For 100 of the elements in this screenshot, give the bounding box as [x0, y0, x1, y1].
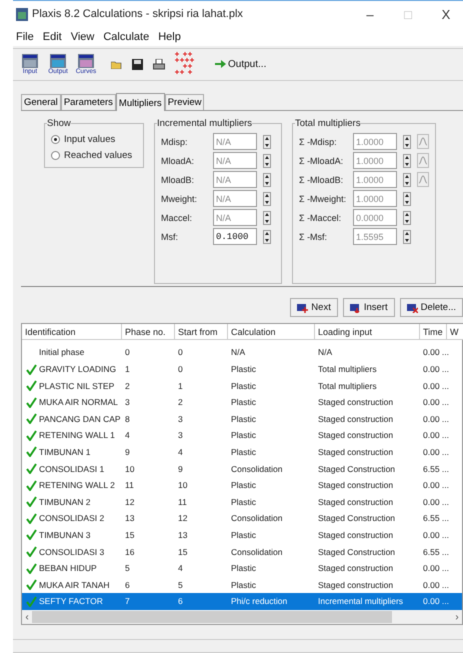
spinner-icon[interactable] — [263, 192, 271, 206]
field-label: Σ -Msf: — [299, 232, 328, 242]
table-cell: TIMBUNAN 2 — [22, 496, 122, 508]
table-row[interactable]: TIMBUNAN 1 9 4 Plastic Staged construction 0.00 ... — [22, 444, 462, 460]
table-row[interactable]: CONSOLIDASI 2 13 12 Consolidation Staged Construction 6.55 ... — [22, 510, 462, 527]
toolbar-button[interactable] — [132, 58, 143, 70]
table-row[interactable]: CONSOLIDASI 3 16 15 Consolidation Staged Construction 6.55 ... — [22, 543, 462, 560]
number-field: 1.0000 — [353, 190, 397, 208]
column-header[interactable]: Identification — [22, 324, 122, 340]
table-cell-text: 10 — [124, 464, 136, 474]
spinner-icon[interactable] — [403, 210, 411, 225]
table-cell-text: Plastic — [230, 530, 258, 540]
table-row[interactable]: RETENING WALL 2 11 10 Plastic Staged construction 0.00 ... — [22, 476, 462, 494]
tab[interactable]: Parameters — [60, 94, 116, 110]
spinner-icon[interactable] — [263, 230, 271, 244]
field-label: Σ -Mweight: — [299, 194, 348, 204]
table-cell-text: Plastic — [230, 580, 258, 590]
table-cell-text: Plastic — [230, 364, 258, 374]
spinner-icon[interactable] — [403, 230, 411, 244]
table-row[interactable]: BEBAN HIDUP 5 4 Plastic Staged construction 0.00 ... — [22, 560, 462, 576]
table-row[interactable]: MUKA AIR TANAH 6 5 Plastic Staged construction 0.00 ... — [22, 576, 462, 594]
table-cell: SEFTY FACTOR — [22, 596, 122, 607]
window-control[interactable]: – — [353, 6, 387, 22]
column-header[interactable]: Time — [420, 324, 447, 340]
menu-item[interactable]: Edit — [42, 30, 62, 43]
table-cell: TIMBUNAN 1 — [22, 446, 122, 458]
table-row[interactable]: TIMBUNAN 3 15 13 Plastic Staged construction 0.00 ... — [22, 526, 462, 544]
spinner-icon[interactable] — [263, 154, 271, 168]
scrollbar-thumb[interactable] — [32, 611, 392, 624]
menu-item[interactable]: View — [70, 30, 94, 43]
spinner-icon[interactable] — [403, 134, 411, 149]
table-cell-text: 9 — [124, 446, 131, 457]
table-row[interactable]: TIMBUNAN 2 12 11 Plastic Staged construction 0.00 ... — [22, 493, 462, 510]
table-row[interactable]: PANCANG DAN CAP 8 3 Plastic Staged construction 0.00 ... — [22, 410, 462, 428]
table-cell-text: Staged construction — [317, 446, 394, 457]
menu-item[interactable]: Help — [158, 30, 181, 43]
table-cell: MUKA AIR TANAH — [22, 579, 122, 590]
spinner-icon[interactable] — [403, 172, 411, 187]
table-cell-text: 0.00 ... — [422, 347, 447, 358]
table-row[interactable]: PLASTIC NIL STEP 2 1 Plastic Total multipliers 0.00 ... — [22, 377, 462, 394]
table-cell-text: Staged construction — [317, 563, 394, 574]
column-header[interactable]: Start from — [175, 324, 228, 340]
field-label: Σ -MloadB: — [299, 174, 344, 185]
table-cell-text: 16 — [124, 546, 136, 557]
table-row[interactable]: CONSOLIDASI 1 10 9 Consolidation Staged Construction 6.55 ... — [22, 460, 462, 477]
scroll-left-button[interactable]: ‹ — [22, 612, 32, 623]
column-header[interactable]: W — [447, 324, 463, 340]
table-row[interactable]: RETENING WALL 1 4 3 Plastic Staged construction 0.00 ... — [22, 427, 462, 444]
toolbar-button[interactable] — [153, 58, 165, 70]
table-cell-text: 11 — [124, 480, 135, 490]
table-cell: BEBAN HIDUP — [22, 562, 122, 574]
spinner-icon[interactable] — [263, 172, 271, 187]
phase-icon — [350, 302, 361, 313]
table-cell-text: 5 — [177, 580, 184, 590]
tab[interactable]: Preview — [164, 94, 204, 110]
arrow-icon — [215, 60, 226, 68]
table-row[interactable]: MUKA AIR NORMAL 3 2 Plastic Staged construction 0.00 ... — [22, 394, 462, 410]
phase-icon — [297, 302, 308, 313]
window-control[interactable]: X — [429, 6, 463, 22]
program-icon — [22, 54, 38, 68]
table-cell: RETENING WALL 2 — [22, 480, 122, 491]
menu-item[interactable]: File — [16, 30, 34, 43]
table-cell-text: 11 — [177, 496, 188, 507]
table-cell-text: Consolidation — [230, 513, 284, 524]
number-field[interactable]: 0.1000 — [213, 228, 257, 246]
table-cell-text: 3 — [177, 430, 184, 440]
spinner-icon[interactable] — [403, 154, 411, 168]
output-button[interactable]: Output... — [215, 58, 266, 70]
table-cell-text: Incremental multipliers — [317, 596, 404, 606]
table-cell-text: 13 — [177, 530, 188, 540]
column-header[interactable]: Phase no. — [122, 324, 175, 340]
field-label: MloadA: — [161, 156, 196, 166]
column-header[interactable]: Loading input — [315, 324, 420, 340]
tab[interactable]: General — [21, 94, 61, 110]
table-cell-text: Consolidation — [230, 464, 284, 474]
table-cell-text: 6 — [177, 596, 184, 606]
tab[interactable]: Multipliers — [116, 93, 165, 112]
table-cell-text: 0 — [177, 347, 184, 358]
table-cell-text: 0.00 ... — [422, 380, 447, 391]
spinner-icon[interactable] — [403, 192, 411, 206]
scroll-right-button[interactable]: › — [452, 612, 462, 623]
field-label: Σ -Maccel: — [299, 212, 342, 223]
table-row[interactable]: GRAVITY LOADING 1 0 Plastic Total multipliers 0.00 ... — [22, 360, 462, 378]
insert-button[interactable]: Insert — [342, 298, 395, 318]
menu-item[interactable]: Calculate — [103, 30, 150, 43]
table-cell-text: 1 — [177, 380, 184, 391]
radio-button[interactable] — [51, 135, 60, 144]
table-cell: MUKA AIR NORMAL — [22, 396, 122, 408]
table-row[interactable]: SEFTY FACTOR 7 6 Phi/c reduction Incremental multipliers 0.00 ... — [22, 593, 462, 610]
table-cell-text: Staged construction — [317, 480, 394, 490]
next-button[interactable]: Next — [290, 298, 338, 318]
column-header[interactable]: Calculation — [228, 324, 315, 340]
table-cell: RETENING WALL 1 — [22, 430, 122, 441]
table-cell-text: 0.00 ... — [422, 596, 447, 606]
spinner-icon[interactable] — [263, 210, 271, 225]
table-row[interactable]: Initial phase 0 0 N/A N/A 0.00 ... — [22, 344, 462, 361]
radio-button[interactable] — [51, 151, 60, 160]
spinner-icon[interactable] — [263, 134, 271, 149]
table-cell-text: Plastic — [230, 480, 258, 490]
delete-button[interactable]: Delete... — [400, 298, 463, 318]
